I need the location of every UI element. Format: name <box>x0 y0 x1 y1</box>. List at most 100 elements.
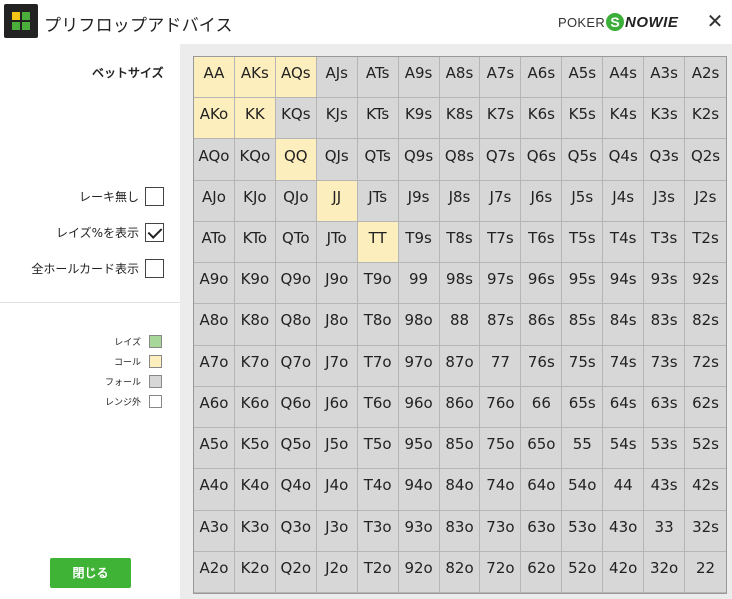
hand-cell[interactable]: K2s <box>685 98 726 140</box>
hand-cell[interactable]: 42o <box>603 551 645 593</box>
hand-cell[interactable]: T8o <box>357 304 399 346</box>
hand-cell[interactable]: AA <box>194 57 235 99</box>
hand-cell[interactable]: A8o <box>194 304 235 346</box>
hand-cell[interactable]: T4s <box>603 221 645 264</box>
hand-cell[interactable]: 98s <box>439 263 481 305</box>
hand-cell[interactable]: A4s <box>603 57 645 99</box>
hand-cell[interactable]: J8s <box>439 180 481 222</box>
hand-cell[interactable]: A7o <box>194 345 235 387</box>
hand-cell[interactable]: 84o <box>439 469 481 511</box>
hand-cell[interactable]: Q7o <box>275 345 317 387</box>
hand-cell[interactable]: A5o <box>194 428 235 470</box>
hand-cell[interactable]: T5o <box>357 428 399 470</box>
hand-cell[interactable]: 85o <box>439 428 481 470</box>
hand-cell[interactable]: Q9o <box>275 263 317 305</box>
no-rake-checkbox[interactable] <box>145 186 164 206</box>
hand-cell[interactable]: 82o <box>439 551 481 593</box>
show-raise-percent-checkbox[interactable] <box>145 222 164 242</box>
hand-cell[interactable]: JTs <box>357 180 399 222</box>
hand-cell[interactable]: QJo <box>275 180 317 222</box>
hand-cell[interactable]: J3o <box>316 510 358 552</box>
hand-cell[interactable]: 43s <box>644 469 686 511</box>
hand-cell[interactable]: 42s <box>685 469 726 511</box>
hand-cell[interactable]: 94s <box>603 263 645 305</box>
hand-cell[interactable]: 92o <box>398 551 440 593</box>
hand-cell[interactable]: 77 <box>480 345 522 387</box>
hand-cell[interactable]: K5s <box>562 98 604 140</box>
hand-cell[interactable]: K4s <box>603 98 645 140</box>
hand-cell[interactable]: Q9s <box>398 139 440 181</box>
hand-cell[interactable]: A8s <box>439 57 481 99</box>
hand-cell[interactable]: Q6o <box>275 386 317 429</box>
hand-cell[interactable]: Q3s <box>644 139 686 181</box>
hand-cell[interactable]: 44 <box>603 469 645 511</box>
hand-cell[interactable]: 65s <box>562 386 604 429</box>
hand-cell[interactable]: AKs <box>234 57 276 99</box>
hand-cell[interactable]: KJs <box>316 98 358 140</box>
hand-cell[interactable]: KJo <box>234 180 276 222</box>
hand-cell[interactable]: J9o <box>316 263 358 305</box>
hand-cell[interactable]: 87o <box>439 345 481 387</box>
hand-cell[interactable]: 66 <box>521 386 563 429</box>
hand-cell[interactable]: 88 <box>439 304 481 346</box>
hand-cell[interactable]: 97o <box>398 345 440 387</box>
hand-cell[interactable]: ATo <box>194 221 235 264</box>
show-all-hole-cards-checkbox[interactable] <box>145 258 164 278</box>
hand-cell[interactable]: 94o <box>398 469 440 511</box>
hand-cell[interactable]: 32s <box>685 510 726 552</box>
hand-cell[interactable]: 82s <box>685 304 726 346</box>
hand-cell[interactable]: AKo <box>194 98 235 140</box>
hand-cell[interactable]: AJo <box>194 180 235 222</box>
hand-cell[interactable]: QQ <box>275 139 317 181</box>
hand-cell[interactable]: J6s <box>521 180 563 222</box>
hand-cell[interactable]: T7s <box>480 221 522 264</box>
hand-cell[interactable]: 73o <box>480 510 522 552</box>
hand-cell[interactable]: AQo <box>194 139 235 181</box>
hand-cell[interactable]: 95o <box>398 428 440 470</box>
hand-cell[interactable]: 72s <box>685 345 726 387</box>
hand-cell[interactable]: K5o <box>234 428 276 470</box>
hand-cell[interactable]: J9s <box>398 180 440 222</box>
hand-cell[interactable]: K3s <box>644 98 686 140</box>
hand-cell[interactable]: K8o <box>234 304 276 346</box>
hand-cell[interactable]: A5s <box>562 57 604 99</box>
hand-cell[interactable]: 62o <box>521 551 563 593</box>
hand-cell[interactable]: 54o <box>562 469 604 511</box>
hand-cell[interactable]: 22 <box>685 551 726 593</box>
hand-cell[interactable]: J5s <box>562 180 604 222</box>
hand-cell[interactable]: T2s <box>685 221 726 264</box>
hand-cell[interactable]: 83s <box>644 304 686 346</box>
hand-cell[interactable]: Q8s <box>439 139 481 181</box>
hand-cell[interactable]: 96o <box>398 386 440 429</box>
hand-cell[interactable]: JJ <box>316 180 358 222</box>
hand-cell[interactable]: 95s <box>562 263 604 305</box>
hand-cell[interactable]: J3s <box>644 180 686 222</box>
hand-cell[interactable]: QTo <box>275 221 317 264</box>
hand-cell[interactable]: 33 <box>644 510 686 552</box>
hand-cell[interactable]: A3s <box>644 57 686 99</box>
hand-cell[interactable]: 84s <box>603 304 645 346</box>
hand-cell[interactable]: Q5o <box>275 428 317 470</box>
hand-cell[interactable]: Q6s <box>521 139 563 181</box>
hand-cell[interactable]: K7s <box>480 98 522 140</box>
hand-cell[interactable]: KQs <box>275 98 317 140</box>
hand-cell[interactable]: 62s <box>685 386 726 429</box>
option-no-rake[interactable]: レーキ無し <box>79 185 164 207</box>
hand-cell[interactable]: QTs <box>357 139 399 181</box>
hand-cell[interactable]: T9o <box>357 263 399 305</box>
hand-cell[interactable]: K9s <box>398 98 440 140</box>
hand-cell[interactable]: 64o <box>521 469 563 511</box>
hand-cell[interactable]: 32o <box>644 551 686 593</box>
hand-cell[interactable]: 86o <box>439 386 481 429</box>
hand-cell[interactable]: 53o <box>562 510 604 552</box>
hand-cell[interactable]: 52s <box>685 428 726 470</box>
hand-cell[interactable]: T6s <box>521 221 563 264</box>
hand-cell[interactable]: 52o <box>562 551 604 593</box>
hand-cell[interactable]: 72o <box>480 551 522 593</box>
hand-cell[interactable]: KK <box>234 98 276 140</box>
hand-cell[interactable]: 87s <box>480 304 522 346</box>
hand-cell[interactable]: 55 <box>562 428 604 470</box>
hand-cell[interactable]: Q2o <box>275 551 317 593</box>
hand-cell[interactable]: K4o <box>234 469 276 511</box>
hand-cell[interactable]: JTo <box>316 221 358 264</box>
